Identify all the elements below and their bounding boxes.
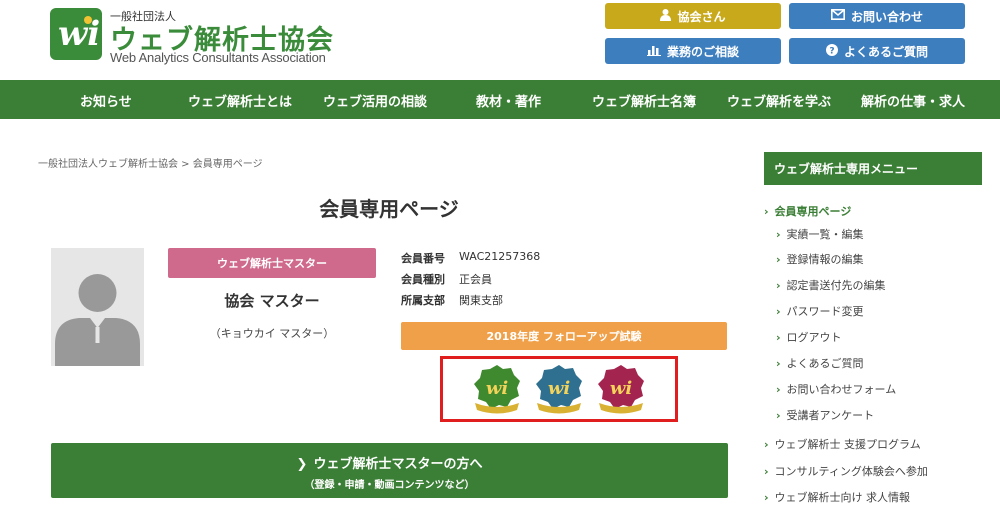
chevron-right-icon: › <box>776 253 781 266</box>
medal-badges: wi wi wi <box>440 356 678 422</box>
sidebar-item-contact-form[interactable]: › お問い合わせフォーム <box>776 381 896 397</box>
nav-item-learn[interactable]: ウェブ解析を学ぶ <box>727 91 831 110</box>
svg-text:wi: wi <box>610 378 632 399</box>
chevron-right-icon: › <box>776 279 781 292</box>
contact-button[interactable]: お問い合わせ <box>789 3 965 29</box>
cta-title: ❯ ウェブ解析士マスターの方へ <box>296 457 483 472</box>
blue-medal-icon: wi <box>535 363 583 415</box>
logo-en-text: Web Analytics Consultants Association <box>110 50 326 65</box>
sidebar-item-jobs[interactable]: › ウェブ解析士向け 求人情報 <box>764 489 910 505</box>
nav-item-news[interactable]: お知らせ <box>80 91 132 110</box>
nav-item-directory[interactable]: ウェブ解析士名簿 <box>592 91 696 110</box>
chevron-right-icon: › <box>776 409 781 422</box>
contact-button-label: お問い合わせ <box>850 9 923 24</box>
consult-button[interactable]: 業務のご相談 <box>605 38 781 64</box>
chevron-right-icon: › <box>776 383 781 396</box>
svg-text:wi: wi <box>548 378 570 399</box>
cta-subtitle: （登録・申請・動画コンテンツなど） <box>304 480 475 491</box>
info-key: 会員種別 <box>401 273 445 286</box>
chevron-right-icon: › <box>776 331 781 344</box>
info-value: 関東支部 <box>459 294 503 307</box>
info-row-member-type: 会員種別 正会員 <box>401 271 492 287</box>
consult-button-label: 業務のご相談 <box>666 44 739 59</box>
sidebar-item-faq[interactable]: › よくあるご質問 <box>776 355 864 371</box>
member-name: 協会 マスター <box>224 292 320 310</box>
sidebar-item-edit-profile[interactable]: › 登録情報の編集 <box>776 251 864 267</box>
info-key: 所属支部 <box>401 294 445 307</box>
info-row-branch: 所属支部 関東支部 <box>401 292 503 308</box>
envelope-icon <box>830 9 845 23</box>
info-value: WAC21257368 <box>459 250 541 263</box>
chevron-right-icon: › <box>764 438 769 451</box>
info-key: 会員番号 <box>401 252 445 265</box>
sidebar-item-support-program[interactable]: › ウェブ解析士 支援プログラム <box>764 436 921 452</box>
nav-item-consult[interactable]: ウェブ活用の相談 <box>323 91 427 110</box>
sidebar-heading: ウェブ解析士専用メニュー <box>764 152 982 185</box>
nav-item-materials[interactable]: 教材・著作 <box>476 91 541 110</box>
chevron-right-icon: › <box>764 465 769 478</box>
sidebar-item-survey[interactable]: › 受講者アンケート <box>776 407 874 423</box>
chevron-right-icon: ❯ <box>296 457 308 472</box>
question-circle-icon: ? <box>825 43 838 59</box>
page-title: 会員専用ページ <box>319 197 459 221</box>
sidebar-item-password[interactable]: › パスワード変更 <box>776 303 864 319</box>
breadcrumb[interactable]: 一般社団法人ウェブ解析士協会 > 会員専用ページ <box>38 155 263 170</box>
member-button-label: 協会さん <box>677 9 726 24</box>
chevron-right-icon: › <box>764 205 769 218</box>
person-silhouette-icon <box>55 274 140 366</box>
chevron-right-icon: › <box>776 305 781 318</box>
sidebar-item-member-page[interactable]: › 会員専用ページ <box>764 203 851 219</box>
role-badge: ウェブ解析士マスター <box>168 248 376 278</box>
member-kana: （キョウカイ マスター） <box>209 327 335 340</box>
nav-item-jobs[interactable]: 解析の仕事・求人 <box>861 91 965 110</box>
green-medal-icon: wi <box>473 363 521 415</box>
sidebar-item-certificate-address[interactable]: › 認定書送付先の編集 <box>776 277 886 293</box>
site-header: wi 一般社団法人 ウェブ解析士協会 Web Analytics Consult… <box>0 0 1000 80</box>
chevron-right-icon: › <box>764 491 769 504</box>
logo-mark-icon: wi <box>50 8 102 60</box>
sidebar-item-consulting-trial[interactable]: › コンサルティング体験会へ参加 <box>764 463 928 479</box>
nav-item-about[interactable]: ウェブ解析士とは <box>188 91 292 110</box>
main-nav: お知らせ ウェブ解析士とは ウェブ活用の相談 教材・著作 ウェブ解析士名簿 ウェ… <box>0 80 1000 119</box>
sidebar-item-achievements[interactable]: › 実績一覧・編集 <box>776 226 864 242</box>
sidebar-item-logout[interactable]: › ログアウト <box>776 329 842 345</box>
magenta-medal-icon: wi <box>597 363 645 415</box>
info-value: 正会員 <box>459 273 492 286</box>
chevron-right-icon: › <box>776 357 781 370</box>
svg-text:?: ? <box>829 46 834 56</box>
member-button[interactable]: 協会さん <box>605 3 781 29</box>
chevron-right-icon: › <box>776 228 781 241</box>
user-icon <box>660 8 672 24</box>
svg-text:wi: wi <box>486 378 508 399</box>
info-row-member-number: 会員番号 WAC21257368 <box>401 250 540 266</box>
faq-button[interactable]: ? よくあるご質問 <box>789 38 965 64</box>
bar-chart-icon <box>646 44 661 59</box>
avatar <box>51 248 144 366</box>
followup-exam-button[interactable]: 2018年度 フォローアップ試験 <box>401 322 727 350</box>
faq-button-label: よくあるご質問 <box>843 44 928 59</box>
master-cta-button[interactable]: ❯ ウェブ解析士マスターの方へ （登録・申請・動画コンテンツなど） <box>51 443 728 498</box>
site-logo[interactable]: wi 一般社団法人 ウェブ解析士協会 Web Analytics Consult… <box>50 6 350 66</box>
